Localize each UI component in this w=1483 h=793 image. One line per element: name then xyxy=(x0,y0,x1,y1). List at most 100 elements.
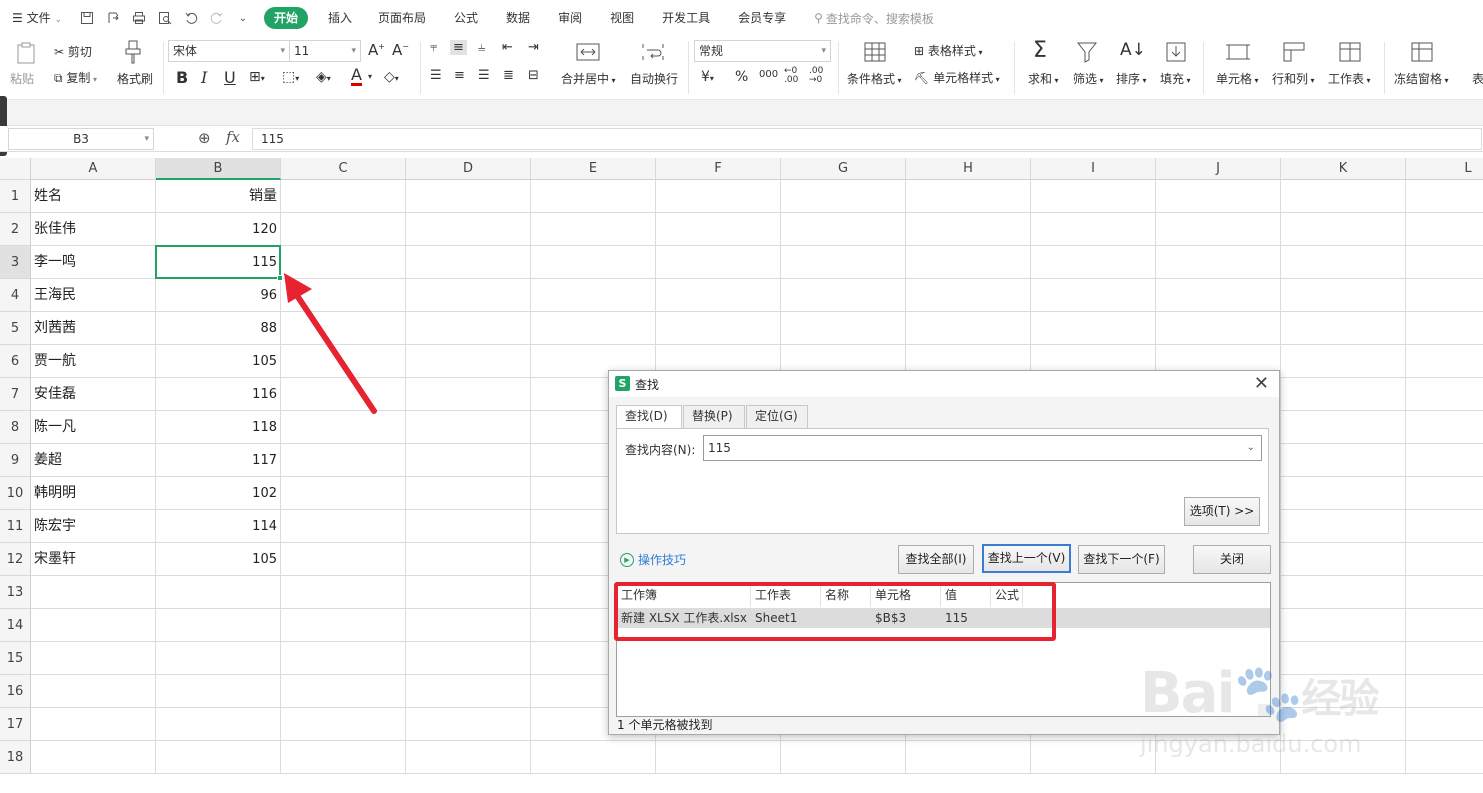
cell-l14[interactable] xyxy=(1406,609,1483,642)
resize-grip[interactable] xyxy=(1258,704,1270,716)
wrap-text-icon[interactable] xyxy=(641,42,665,66)
row-header-12[interactable]: 12 xyxy=(0,543,31,576)
cell-h1[interactable] xyxy=(906,180,1031,213)
cell-b8[interactable]: 118 xyxy=(156,411,281,444)
paste-icon[interactable] xyxy=(16,42,36,68)
cell-j2[interactable] xyxy=(1156,213,1281,246)
row-header-2[interactable]: 2 xyxy=(0,213,31,246)
cell-a12[interactable]: 宋墨轩 xyxy=(31,543,156,576)
cell-c2[interactable] xyxy=(281,213,406,246)
cell-a11[interactable]: 陈宏宇 xyxy=(31,510,156,543)
column-header-d[interactable]: D xyxy=(406,158,531,180)
cell-f1[interactable] xyxy=(656,180,781,213)
cell-l5[interactable] xyxy=(1406,312,1483,345)
cell-d15[interactable] xyxy=(406,642,531,675)
select-all-corner[interactable] xyxy=(0,158,31,180)
tab-data[interactable]: 数据 xyxy=(492,0,544,36)
font-size-select[interactable]: 11 ▾ xyxy=(289,40,361,62)
cell-d3[interactable] xyxy=(406,246,531,279)
cell-k5[interactable] xyxy=(1281,312,1406,345)
cell-d6[interactable] xyxy=(406,345,531,378)
cell-a4[interactable]: 王海民 xyxy=(31,279,156,312)
align-center-icon[interactable]: ≡ xyxy=(454,68,465,83)
cell-e18[interactable] xyxy=(531,741,656,774)
redo-icon[interactable] xyxy=(204,0,230,36)
align-right-icon[interactable]: ☰ xyxy=(478,68,490,83)
row-header-7[interactable]: 7 xyxy=(0,378,31,411)
number-format-select[interactable]: 常规 ▾ xyxy=(694,40,831,62)
column-header-l[interactable]: L xyxy=(1406,158,1483,180)
row-header-11[interactable]: 11 xyxy=(0,510,31,543)
tab-formulas[interactable]: 公式 xyxy=(440,0,492,36)
cell-i3[interactable] xyxy=(1031,246,1156,279)
cell-icon[interactable] xyxy=(1226,42,1250,66)
decrease-decimal-icon[interactable]: .00 →0 xyxy=(809,67,823,85)
cell-k18[interactable] xyxy=(1281,741,1406,774)
tab-page-layout[interactable]: 页面布局 xyxy=(364,0,440,36)
underline-icon[interactable]: U xyxy=(224,68,236,87)
cell-d2[interactable] xyxy=(406,213,531,246)
cell-b1[interactable]: 销量 xyxy=(156,180,281,213)
cell-b4[interactable]: 96 xyxy=(156,279,281,312)
cell-k3[interactable] xyxy=(1281,246,1406,279)
cell-h18[interactable] xyxy=(906,741,1031,774)
result-header-name[interactable]: 名称 xyxy=(821,583,871,607)
cell-a8[interactable]: 陈一凡 xyxy=(31,411,156,444)
cell-d18[interactable] xyxy=(406,741,531,774)
cell-g2[interactable] xyxy=(781,213,906,246)
merge-center-label[interactable]: 合并居中 ▾ xyxy=(561,70,616,87)
format-painter-label[interactable]: 格式刷 xyxy=(117,70,153,87)
cell-d9[interactable] xyxy=(406,444,531,477)
table-style-button[interactable]: ⊞ 表格样式 ▾ xyxy=(914,42,982,59)
cell-l10[interactable] xyxy=(1406,477,1483,510)
cell-c1[interactable] xyxy=(281,180,406,213)
cell-l4[interactable] xyxy=(1406,279,1483,312)
currency-icon[interactable]: ¥▾ xyxy=(701,69,714,85)
cell-h4[interactable] xyxy=(906,279,1031,312)
cell-l15[interactable] xyxy=(1406,642,1483,675)
cell-e2[interactable] xyxy=(531,213,656,246)
column-header-c[interactable]: C xyxy=(281,158,406,180)
cell-l18[interactable] xyxy=(1406,741,1483,774)
result-header-cell[interactable]: 单元格 xyxy=(871,583,941,607)
sum-label[interactable]: 求和 ▾ xyxy=(1028,70,1059,87)
cell-k9[interactable] xyxy=(1281,444,1406,477)
cell-a5[interactable]: 刘茜茜 xyxy=(31,312,156,345)
find-prev-button[interactable]: 查找上一个(V) xyxy=(982,544,1071,573)
column-header-g[interactable]: G xyxy=(781,158,906,180)
cell-b13[interactable] xyxy=(156,576,281,609)
row-header-15[interactable]: 15 xyxy=(0,642,31,675)
cell-a1[interactable]: 姓名 xyxy=(31,180,156,213)
sort-label[interactable]: 排序 ▾ xyxy=(1116,70,1147,87)
worksheet-icon[interactable] xyxy=(1339,42,1361,66)
cell-a6[interactable]: 贾一航 xyxy=(31,345,156,378)
row-header-9[interactable]: 9 xyxy=(0,444,31,477)
print-icon[interactable] xyxy=(126,0,152,36)
zoom-icon[interactable]: ⊕ xyxy=(198,129,211,147)
cell-j3[interactable] xyxy=(1156,246,1281,279)
copy-button[interactable]: ⧉ 复制 ▾ xyxy=(54,69,97,86)
cell-b16[interactable] xyxy=(156,675,281,708)
formula-input[interactable]: 115 xyxy=(252,128,1482,150)
row-header-1[interactable]: 1 xyxy=(0,180,31,213)
cell-label[interactable]: 单元格 ▾ xyxy=(1216,70,1259,87)
cell-c9[interactable] xyxy=(281,444,406,477)
find-next-button[interactable]: 查找下一个(F) xyxy=(1078,545,1165,574)
cell-i5[interactable] xyxy=(1031,312,1156,345)
cell-d7[interactable] xyxy=(406,378,531,411)
tab-replace[interactable]: 替换(P) xyxy=(683,405,745,428)
cell-l11[interactable] xyxy=(1406,510,1483,543)
cell-k15[interactable] xyxy=(1281,642,1406,675)
cut-button[interactable]: ✂ 剪切 xyxy=(54,43,92,60)
increase-font-icon[interactable]: A+ xyxy=(368,41,385,59)
tab-goto[interactable]: 定位(G) xyxy=(746,405,808,428)
column-header-i[interactable]: I xyxy=(1031,158,1156,180)
column-header-e[interactable]: E xyxy=(531,158,656,180)
close-icon[interactable]: ✕ xyxy=(1254,373,1269,394)
results-list[interactable]: 工作簿 工作表 名称 单元格 值 公式 新建 XLSX 工作表.xlsx She… xyxy=(616,582,1271,717)
cell-i4[interactable] xyxy=(1031,279,1156,312)
cell-d13[interactable] xyxy=(406,576,531,609)
align-left-icon[interactable]: ☰ xyxy=(430,68,442,83)
cell-b7[interactable]: 116 xyxy=(156,378,281,411)
cell-j1[interactable] xyxy=(1156,180,1281,213)
